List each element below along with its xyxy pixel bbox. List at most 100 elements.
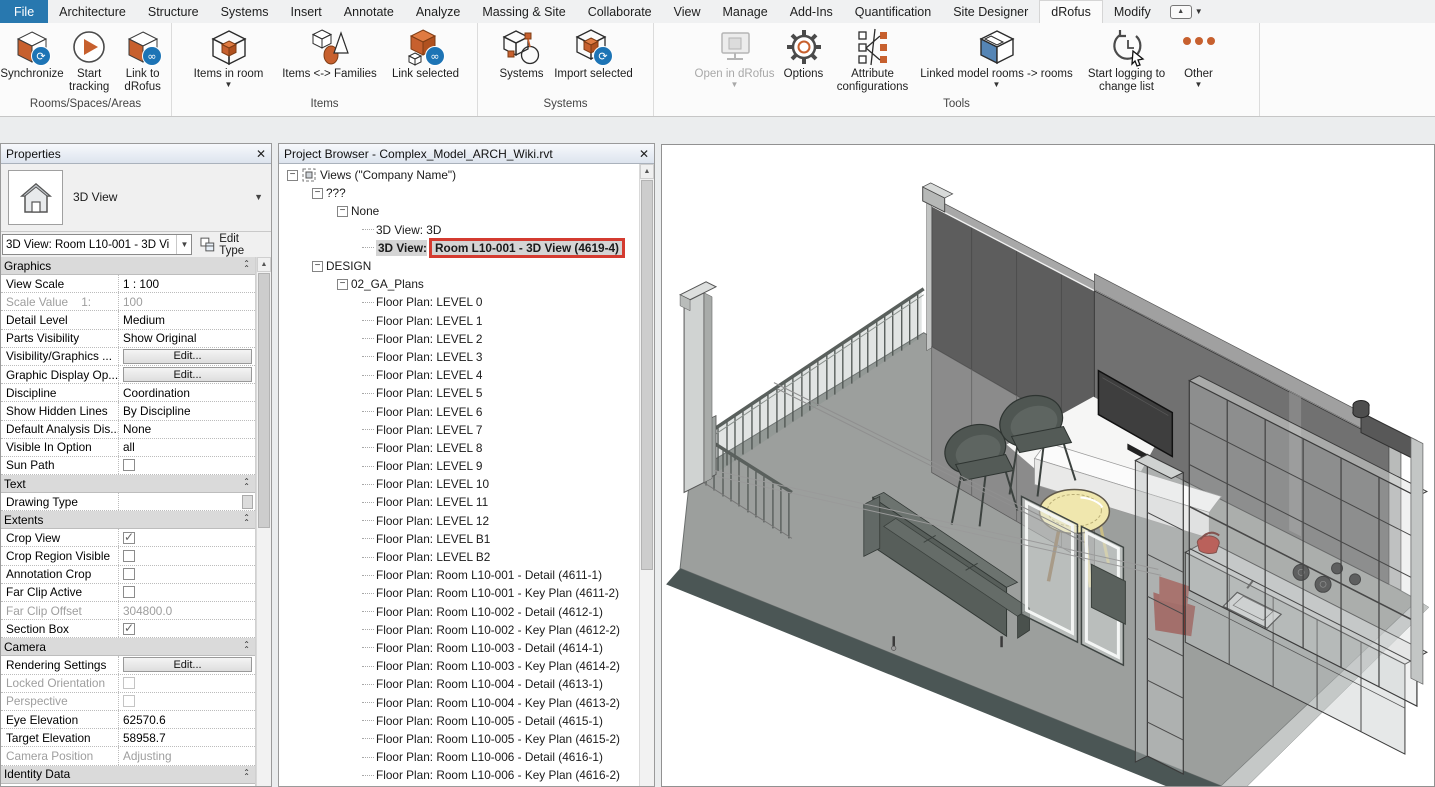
tree-item-floor-plan-room-l10-006-detail-4616-1-[interactable]: Floor Plan: Room L10-006 - Detail (4616-… [279, 748, 639, 766]
tab-architecture[interactable]: Architecture [48, 0, 137, 23]
tab-add-ins[interactable]: Add-Ins [779, 0, 844, 23]
collapse-icon[interactable]: ⌃⌃ [243, 478, 249, 489]
close-icon[interactable]: ✕ [251, 147, 271, 161]
tree-item-floor-plan-room-l10-007-detail-4617-1-[interactable]: Floor Plan: Room L10-007 - Detail (4617-… [279, 784, 639, 786]
properties-section-text[interactable]: Text⌃⌃ [1, 475, 255, 493]
collapse-icon[interactable]: ⌃⌃ [243, 260, 249, 271]
tab-massing-site[interactable]: Massing & Site [471, 0, 576, 23]
tree-item-floor-plan-level-b2[interactable]: Floor Plan: LEVEL B2 [279, 548, 639, 566]
properties-section-graphics[interactable]: Graphics⌃⌃ [1, 257, 255, 275]
chevron-down-icon[interactable]: ▼ [731, 82, 739, 88]
checkbox[interactable] [123, 459, 135, 471]
chevron-down-icon[interactable]: ▼ [993, 82, 1001, 88]
tree-item-floor-plan-room-l10-003-key-plan-4614-2-[interactable]: Floor Plan: Room L10-003 - Key Plan (461… [279, 657, 639, 675]
checkbox[interactable] [123, 677, 135, 689]
checkbox[interactable] [123, 568, 135, 580]
project-browser-title-bar[interactable]: Project Browser - Complex_Model_ARCH_Wik… [279, 144, 654, 164]
chevron-down-icon[interactable]: ▼ [1195, 82, 1203, 88]
ribbon-button-link-selected[interactable]: ∞ Link selected [385, 26, 467, 81]
tree-item-floor-plan-level-5[interactable]: Floor Plan: LEVEL 5 [279, 384, 639, 402]
tree-item-none[interactable]: −None [279, 202, 639, 220]
checkbox[interactable] [123, 586, 135, 598]
ribbon-button-synchronize[interactable]: ⟳ Synchronize [0, 26, 64, 81]
ribbon-button-link-to-drofus[interactable]: ∞ Link to dRofus [114, 26, 171, 94]
edit-button[interactable]: Edit... [123, 367, 252, 382]
collapse-icon[interactable]: ⌃⌃ [243, 769, 249, 780]
checkbox[interactable] [123, 695, 135, 707]
ribbon-button-start-logging-to-change-list[interactable]: Start logging to change list [1078, 26, 1176, 94]
tree-item-room-l10-001-3d-view-4619-4-[interactable]: 3D View:Room L10-001 - 3D View (4619-4) [279, 239, 639, 257]
edit-type-button[interactable]: Edit Type [196, 233, 270, 257]
tab-drofus[interactable]: dRofus [1039, 0, 1103, 23]
tree-item-floor-plan-room-l10-005-detail-4615-1-[interactable]: Floor Plan: Room L10-005 - Detail (4615-… [279, 712, 639, 730]
tab-systems[interactable]: Systems [210, 0, 280, 23]
collapse-icon[interactable]: ⌃⌃ [243, 514, 249, 525]
tree-item-floor-plan-level-2[interactable]: Floor Plan: LEVEL 2 [279, 330, 639, 348]
ribbon-button-items-families[interactable]: Items <-> Families [275, 26, 385, 81]
checkbox[interactable] [123, 550, 135, 562]
properties-section-extents[interactable]: Extents⌃⌃ [1, 511, 255, 529]
close-icon[interactable]: ✕ [634, 147, 654, 161]
chevron-down-icon[interactable]: ▼ [176, 235, 191, 254]
ribbon-button-options[interactable]: Options [778, 26, 830, 81]
type-selector-combo[interactable]: 3D View: Room L10-001 - 3D Vi ▼ [2, 234, 192, 255]
tree-item-floor-plan-room-l10-003-detail-4614-1-[interactable]: Floor Plan: Room L10-003 - Detail (4614-… [279, 639, 639, 657]
tab-view[interactable]: View [663, 0, 712, 23]
tree-item-floor-plan-level-3[interactable]: Floor Plan: LEVEL 3 [279, 348, 639, 366]
properties-title-bar[interactable]: Properties ✕ [1, 144, 271, 164]
tree-item-floor-plan-room-l10-002-detail-4612-1-[interactable]: Floor Plan: Room L10-002 - Detail (4612-… [279, 603, 639, 621]
ribbon-button-import-selected[interactable]: ⟳ Import selected [550, 26, 638, 81]
edit-button[interactable]: Edit... [123, 657, 252, 672]
tree-item-floor-plan-level-10[interactable]: Floor Plan: LEVEL 10 [279, 475, 639, 493]
scrollbar-thumb[interactable] [258, 273, 270, 528]
tree-item-floor-plan-room-l10-006-key-plan-4616-2-[interactable]: Floor Plan: Room L10-006 - Key Plan (461… [279, 766, 639, 784]
project-browser-scrollbar[interactable]: ▲ [639, 164, 654, 786]
ribbon-button-attribute-configurations[interactable]: Attribute configurations [830, 26, 916, 94]
tree-collapse-icon[interactable]: − [337, 279, 348, 290]
3d-viewport[interactable] [661, 144, 1435, 787]
tab-annotate[interactable]: Annotate [333, 0, 405, 23]
mini-button[interactable] [242, 495, 253, 509]
tab-analyze[interactable]: Analyze [405, 0, 471, 23]
ribbon-button-linked-model-rooms-rooms[interactable]: Linked model rooms -> rooms▼ [916, 26, 1078, 88]
tree-item--[interactable]: −??? [279, 184, 639, 202]
tree-item-floor-plan-level-4[interactable]: Floor Plan: LEVEL 4 [279, 366, 639, 384]
tab-quantification[interactable]: Quantification [844, 0, 942, 23]
ribbon-button-other[interactable]: Other▼ [1176, 26, 1222, 88]
tree-item-floor-plan-level-0[interactable]: Floor Plan: LEVEL 0 [279, 293, 639, 311]
edit-button[interactable]: Edit... [123, 349, 252, 364]
tree-collapse-icon[interactable]: − [312, 261, 323, 272]
properties-scrollbar[interactable]: ▲ [256, 257, 271, 786]
tree-item-3d-view-3d[interactable]: 3D View: 3D [279, 221, 639, 239]
tab-manage[interactable]: Manage [712, 0, 779, 23]
tree-item-floor-plan-level-7[interactable]: Floor Plan: LEVEL 7 [279, 421, 639, 439]
ribbon-minimize-icon[interactable]: ▲ [1170, 5, 1192, 19]
tree-item-floor-plan-level-1[interactable]: Floor Plan: LEVEL 1 [279, 312, 639, 330]
tree-item-floor-plan-room-l10-002-key-plan-4612-2-[interactable]: Floor Plan: Room L10-002 - Key Plan (461… [279, 621, 639, 639]
chevron-down-icon[interactable]: ▼ [254, 192, 263, 202]
tab-insert[interactable]: Insert [280, 0, 333, 23]
tree-collapse-icon[interactable]: − [337, 206, 348, 217]
tree-collapse-icon[interactable]: − [287, 170, 298, 181]
chevron-down-icon[interactable]: ▼ [225, 82, 233, 88]
tree-item-floor-plan-level-6[interactable]: Floor Plan: LEVEL 6 [279, 402, 639, 420]
scrollbar-thumb[interactable] [641, 180, 653, 570]
checkbox[interactable] [123, 623, 135, 635]
tab-file[interactable]: File [0, 0, 48, 23]
tree-item-floor-plan-level-8[interactable]: Floor Plan: LEVEL 8 [279, 439, 639, 457]
ribbon-button-systems[interactable]: Systems [494, 26, 550, 81]
tab-structure[interactable]: Structure [137, 0, 210, 23]
tree-item-floor-plan-level-11[interactable]: Floor Plan: LEVEL 11 [279, 493, 639, 511]
tree-item-views-company-name-[interactable]: −Views ("Company Name") [279, 166, 639, 184]
tree-item-02-ga-plans[interactable]: −02_GA_Plans [279, 275, 639, 293]
tab-site-designer[interactable]: Site Designer [942, 0, 1039, 23]
tree-item-floor-plan-room-l10-004-detail-4613-1-[interactable]: Floor Plan: Room L10-004 - Detail (4613-… [279, 675, 639, 693]
collapse-icon[interactable]: ⌃⌃ [243, 641, 249, 652]
tab-modify[interactable]: Modify [1103, 0, 1162, 23]
tree-item-floor-plan-room-l10-004-key-plan-4613-2-[interactable]: Floor Plan: Room L10-004 - Key Plan (461… [279, 693, 639, 711]
chevron-down-icon[interactable]: ▼ [1195, 7, 1203, 16]
properties-section-identity-data[interactable]: Identity Data⌃⌃ [1, 766, 255, 784]
tree-item-floor-plan-room-l10-001-key-plan-4611-2-[interactable]: Floor Plan: Room L10-001 - Key Plan (461… [279, 584, 639, 602]
ribbon-button-items-in-room[interactable]: Items in room▼ [183, 26, 275, 88]
ribbon-button-start-tracking[interactable]: Start tracking [64, 26, 114, 94]
